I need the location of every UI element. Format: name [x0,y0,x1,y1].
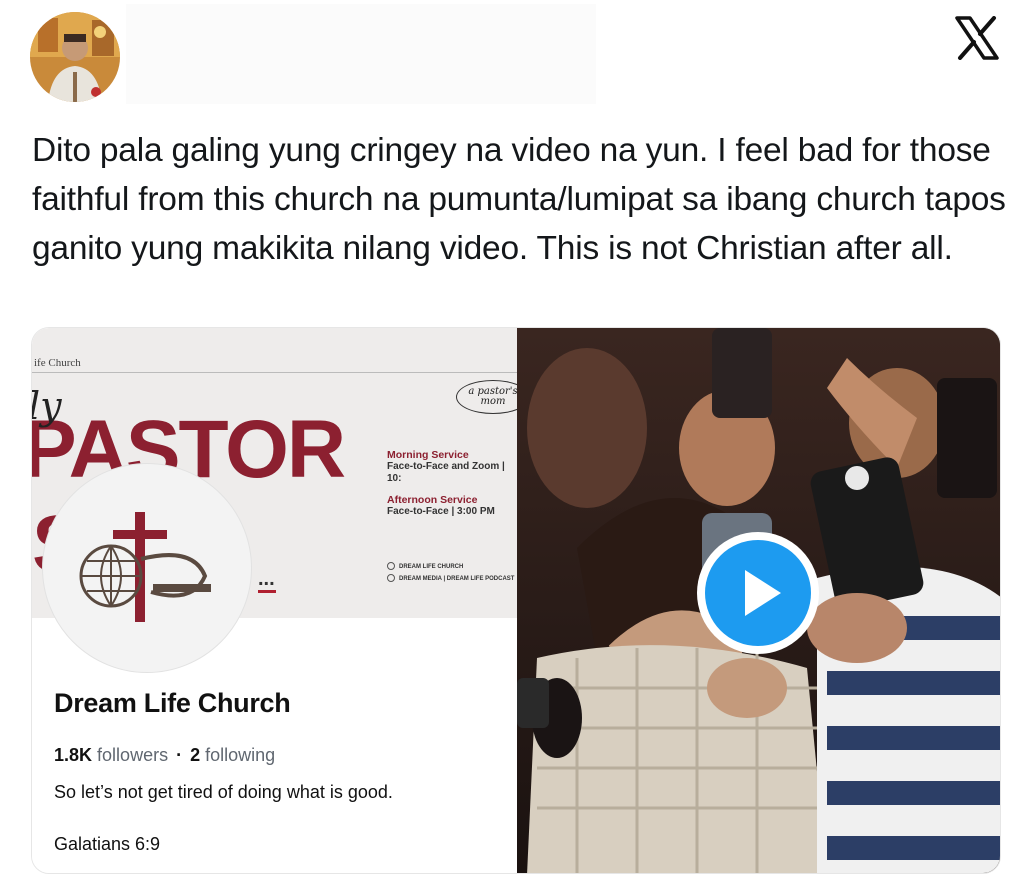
cover-my-text: ly [32,384,62,428]
user-avatar[interactable] [30,12,120,102]
play-icon [705,540,811,646]
facebook-page-screenshot[interactable]: ife Church PASTOR ly S O ... a pastor's … [32,328,517,873]
tweet-text: Dito pala galing yung cringey na video n… [32,132,1006,267]
cover-dash [258,590,276,593]
cover-church-label: ife Church [34,357,81,369]
video-thumbnail[interactable] [517,328,1000,873]
username-redacted-area [126,4,596,104]
cover-ellipsis: ... [258,568,275,590]
cover-social-1: DREAM LIFE CHURCH [387,562,463,572]
page-stats: 1.8K followers · 2 following [54,745,275,766]
social-icon [387,562,395,571]
tweet-media[interactable]: ife Church PASTOR ly S O ... a pastor's … [31,327,1001,874]
morning-title: Morning Service [387,449,469,461]
page-profile-logo[interactable] [42,463,252,673]
church-logo-icon [79,512,211,622]
afternoon-title: Afternoon Service [387,494,478,506]
cover-morning-service: Morning Service Face-to-Face and Zoom | … [387,449,517,485]
cover-divider [32,372,517,373]
page-name[interactable]: Dream Life Church [54,688,291,719]
morning-detail: Face-to-Face and Zoom | 10: [387,461,505,484]
followers-count[interactable]: 1.8K [54,745,92,765]
social-icon [387,574,395,583]
stats-separator: · [176,745,183,765]
page-verse: Galatians 6:9 [54,834,161,854]
following-label[interactable]: following [205,745,275,765]
play-button[interactable] [697,532,819,654]
followers-label[interactable]: followers [97,745,168,765]
x-logo-icon[interactable] [954,16,1000,60]
tweet-header [0,0,1024,110]
afternoon-detail: Face-to-Face | 3:00 PM [387,506,495,517]
cover-social-2: DREAM MEDIA | DREAM LIFE PODCAST [387,574,514,584]
cover-afternoon-service: Afternoon Service Face-to-Face | 3:00 PM [387,494,495,518]
following-count[interactable]: 2 [190,745,200,765]
page-bio: So let’s not get tired of doing what is … [54,782,393,802]
cover-tag: a pastor's mom [456,380,517,414]
